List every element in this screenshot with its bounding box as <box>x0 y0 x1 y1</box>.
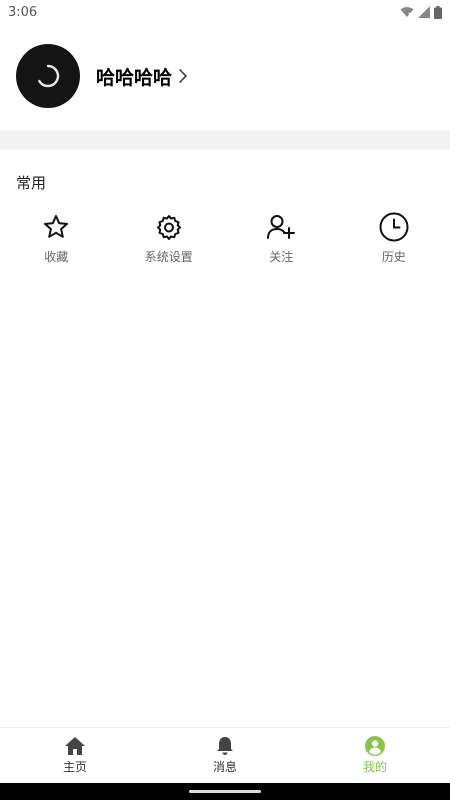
battery-icon <box>434 5 442 19</box>
history-button[interactable]: 历史 <box>338 212 450 265</box>
nav-mine-label: 我的 <box>362 760 387 774</box>
gear-icon <box>154 212 184 242</box>
section-title: 常用 <box>16 174 47 192</box>
avatar[interactable] <box>16 44 80 108</box>
app-screen: 3:06 哈哈哈哈 常用 收藏 系统设置 关注 历史 主页 消息 我的 <box>0 0 450 800</box>
section-divider <box>0 130 450 150</box>
favorites-label: 收藏 <box>44 250 69 264</box>
follow-button[interactable]: 关注 <box>225 212 338 265</box>
history-label: 历史 <box>381 250 406 264</box>
profile-header: 哈哈哈哈 <box>16 44 188 108</box>
wifi-icon <box>400 7 414 18</box>
gesture-handle[interactable] <box>189 790 261 793</box>
chevron-right-icon <box>178 68 188 84</box>
star-icon <box>41 212 71 242</box>
settings-label: 系统设置 <box>144 250 193 264</box>
common-grid: 收藏 系统设置 关注 历史 <box>0 212 450 265</box>
nav-mine[interactable]: 我的 <box>300 728 450 783</box>
user-circle-icon <box>365 736 385 756</box>
bottom-nav: 主页 消息 我的 <box>0 727 450 783</box>
status-time: 3:06 <box>8 4 38 20</box>
loading-spinner-icon <box>38 64 60 88</box>
status-icons <box>400 5 442 19</box>
settings-button[interactable]: 系统设置 <box>113 212 226 265</box>
gesture-bar <box>0 783 450 800</box>
favorites-button[interactable]: 收藏 <box>0 212 113 265</box>
profile-name: 哈哈哈哈 <box>96 66 173 89</box>
follow-label: 关注 <box>269 250 294 264</box>
bell-icon <box>217 737 233 755</box>
clock-icon <box>379 212 409 242</box>
status-bar: 3:06 <box>0 0 450 24</box>
add-user-icon <box>266 212 296 242</box>
nav-messages-label: 消息 <box>212 760 237 774</box>
nav-home-label: 主页 <box>62 760 87 774</box>
signal-icon <box>418 6 430 18</box>
nav-messages[interactable]: 消息 <box>150 728 300 783</box>
profile-name-link[interactable]: 哈哈哈哈 <box>96 63 188 90</box>
nav-home[interactable]: 主页 <box>0 728 150 783</box>
home-icon <box>65 737 85 755</box>
